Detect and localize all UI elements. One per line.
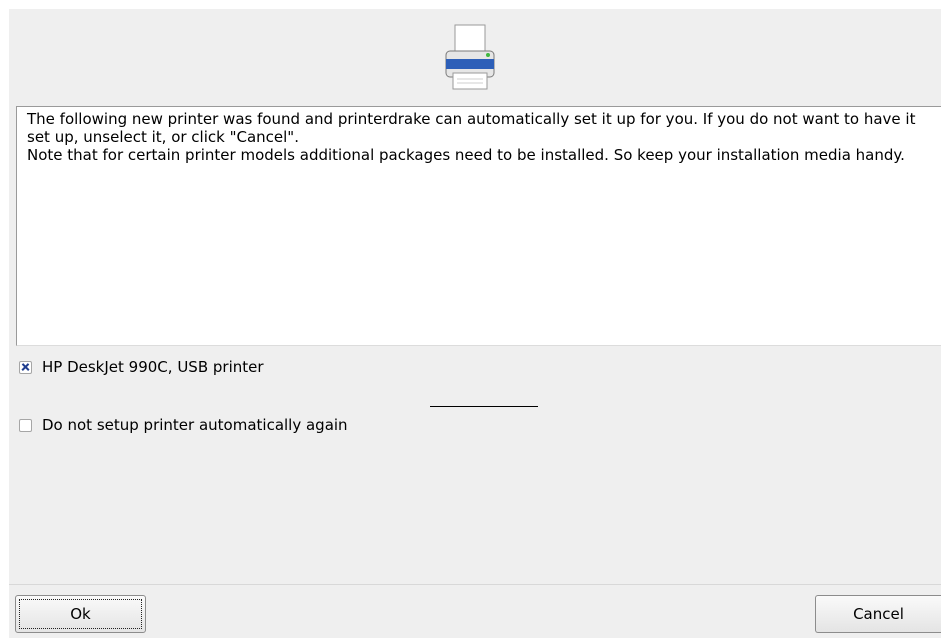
printer-icon: [445, 24, 495, 90]
printer-option-row[interactable]: HP DeskJet 990C, USB printer: [19, 358, 264, 376]
button-separator: [9, 584, 941, 585]
no-auto-setup-checkbox[interactable]: [19, 418, 32, 432]
message-line-2: Note that for certain printer models add…: [27, 146, 905, 164]
ok-button-label: Ok: [19, 599, 142, 629]
printer-option-label: HP DeskJet 990C, USB printer: [42, 358, 264, 376]
message-text-area: The following new printer was found and …: [16, 106, 941, 346]
printer-setup-dialog: The following new printer was found and …: [9, 9, 941, 638]
no-auto-setup-option-row[interactable]: Do not setup printer automatically again: [19, 416, 348, 434]
cancel-button[interactable]: Cancel: [815, 595, 941, 633]
no-auto-setup-label: Do not setup printer automatically again: [42, 416, 348, 434]
focus-indicator-line: [430, 406, 538, 407]
printer-option-checkbox[interactable]: [19, 360, 32, 374]
ok-button[interactable]: Ok: [15, 595, 146, 633]
message-line-1: The following new printer was found and …: [27, 110, 916, 146]
